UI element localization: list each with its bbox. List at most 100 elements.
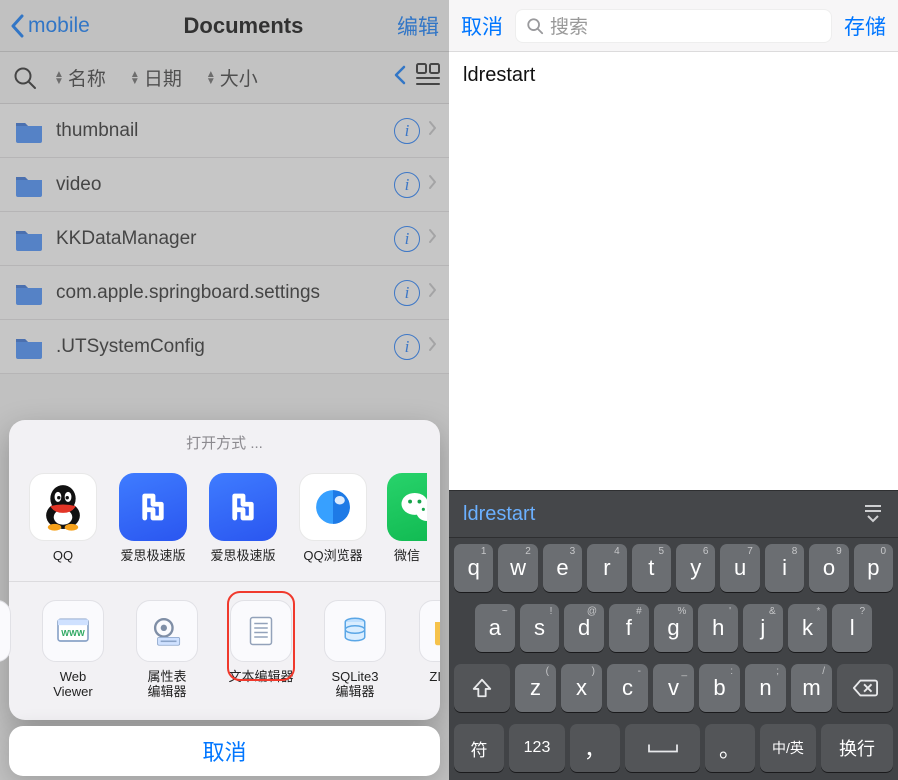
key-z[interactable]: (z <box>515 664 556 712</box>
search-field[interactable]: 搜索 <box>515 9 832 43</box>
key-a[interactable]: ~a <box>475 604 515 652</box>
key-backspace[interactable] <box>837 664 893 712</box>
key-v[interactable]: _v <box>653 664 694 712</box>
info-icon[interactable]: i <box>394 172 420 198</box>
action-partial-left[interactable]: 看 <box>0 600 17 700</box>
key-p[interactable]: 0p <box>854 544 893 592</box>
chevron-left-icon <box>10 14 24 38</box>
info-icon[interactable]: i <box>394 334 420 360</box>
file-name: thumbnail <box>44 120 394 142</box>
key-e[interactable]: 3e <box>543 544 582 592</box>
sort-date-label: 日期 <box>144 64 182 91</box>
key-i[interactable]: 8i <box>765 544 804 592</box>
folder-icon <box>14 227 44 251</box>
key-j[interactable]: &j <box>743 604 783 652</box>
kb-row-2: ~a !s @d #f %g 'h &j *k ?l <box>449 598 898 658</box>
action-label: SQLite3 编辑器 <box>317 670 393 700</box>
key-x[interactable]: )x <box>561 664 602 712</box>
sort-arrows-icon: ▲▼ <box>130 71 140 85</box>
file-row[interactable]: thumbnail i <box>0 104 449 158</box>
key-h[interactable]: 'h <box>698 604 738 652</box>
file-row[interactable]: com.apple.springboard.settings i <box>0 266 449 320</box>
app-qq[interactable]: QQ <box>27 473 99 563</box>
key-w[interactable]: 2w <box>498 544 537 592</box>
sort-arrows-icon: ▲▼ <box>206 71 216 85</box>
wechat-icon <box>387 473 427 541</box>
key-l[interactable]: ?l <box>832 604 872 652</box>
chevron-right-icon <box>428 120 449 141</box>
key-t[interactable]: 5t <box>632 544 671 592</box>
app-wechat[interactable]: 微信 <box>387 473 427 563</box>
key-shift[interactable] <box>454 664 510 712</box>
key-enter[interactable]: 换行 <box>821 724 893 772</box>
sheet-cancel-button[interactable]: 取消 <box>9 726 440 776</box>
action-label: 属性表 编辑器 <box>129 670 205 700</box>
search-placeholder: 搜索 <box>550 12 588 39</box>
sheet-body: 打开方式 ... <box>9 420 440 720</box>
info-icon[interactable]: i <box>394 280 420 306</box>
key-period[interactable]: 。 <box>705 724 755 772</box>
key-g[interactable]: %g <box>654 604 694 652</box>
key-f[interactable]: #f <box>609 604 649 652</box>
action-row[interactable]: 看 WWW Web Viewer <box>0 582 440 714</box>
aisi-icon <box>119 473 187 541</box>
keyboard-collapse-icon[interactable] <box>862 501 884 528</box>
action-web-viewer[interactable]: WWW Web Viewer <box>35 600 111 700</box>
app-label: QQ浏览器 <box>297 549 369 563</box>
key-b[interactable]: :b <box>699 664 740 712</box>
app-aisi-1[interactable]: 爱思极速版 <box>117 473 189 563</box>
folder-icon <box>14 335 44 359</box>
key-n[interactable]: ;n <box>745 664 786 712</box>
file-row[interactable]: video i <box>0 158 449 212</box>
key-q[interactable]: 1q <box>454 544 493 592</box>
kb-row-3: (z )x -c _v :b ;n /m <box>449 658 898 718</box>
action-sqlite-editor[interactable]: SQLite3 编辑器 <box>317 600 393 700</box>
key-m[interactable]: /m <box>791 664 832 712</box>
action-zip-browser[interactable]: ZIP浏 <box>411 600 440 700</box>
key-k[interactable]: *k <box>788 604 828 652</box>
key-y[interactable]: 6y <box>676 544 715 592</box>
key-s[interactable]: !s <box>520 604 560 652</box>
view-toggle-button[interactable] <box>415 62 441 93</box>
app-row[interactable]: QQ 爱思极速版 爱思极速版 <box>9 461 440 581</box>
key-c[interactable]: -c <box>607 664 648 712</box>
key-symbols[interactable]: 符 <box>454 724 504 772</box>
history-back-button[interactable] <box>393 65 407 90</box>
info-icon[interactable]: i <box>394 118 420 144</box>
app-label: 爱思极速版 <box>117 549 189 563</box>
sort-name[interactable]: ▲▼ 名称 <box>46 64 114 91</box>
sort-date[interactable]: ▲▼ 日期 <box>122 64 190 91</box>
app-label: 爱思极速版 <box>207 549 279 563</box>
space-icon <box>645 741 681 755</box>
key-space[interactable] <box>625 724 700 772</box>
edit-button[interactable]: 编辑 <box>397 11 439 41</box>
suggestion-bar[interactable]: ldrestart <box>449 490 898 538</box>
editor-body[interactable]: ldrestart <box>449 52 898 490</box>
app-qqbrowser[interactable]: QQ浏览器 <box>297 473 369 563</box>
suggestion-word[interactable]: ldrestart <box>463 503 535 526</box>
file-row[interactable]: KKDataManager i <box>0 212 449 266</box>
key-o[interactable]: 9o <box>809 544 848 592</box>
action-label: 文本编辑器 <box>223 670 299 685</box>
action-label: ZIP浏 <box>411 670 440 685</box>
file-row[interactable]: .UTSystemConfig i <box>0 320 449 374</box>
folder-icon <box>14 281 44 305</box>
key-d[interactable]: @d <box>564 604 604 652</box>
info-icon[interactable]: i <box>394 226 420 252</box>
key-numbers[interactable]: 123 <box>509 724 565 772</box>
search-icon[interactable] <box>12 65 38 91</box>
backspace-icon <box>852 678 878 698</box>
key-language[interactable]: 中/英 <box>760 724 816 772</box>
sort-size[interactable]: ▲▼ 大小 <box>198 64 266 91</box>
save-button[interactable]: 存储 <box>844 11 886 41</box>
plist-editor-icon <box>136 600 198 662</box>
key-r[interactable]: 4r <box>587 544 626 592</box>
file-name: .UTSystemConfig <box>44 336 394 358</box>
app-aisi-2[interactable]: 爱思极速版 <box>207 473 279 563</box>
cancel-button[interactable]: 取消 <box>461 11 503 41</box>
action-text-editor[interactable]: 文本编辑器 <box>223 600 299 700</box>
action-plist-editor[interactable]: 属性表 编辑器 <box>129 600 205 700</box>
key-u[interactable]: 7u <box>720 544 759 592</box>
back-button[interactable]: mobile <box>10 14 90 38</box>
key-comma[interactable]: ， <box>570 724 620 772</box>
